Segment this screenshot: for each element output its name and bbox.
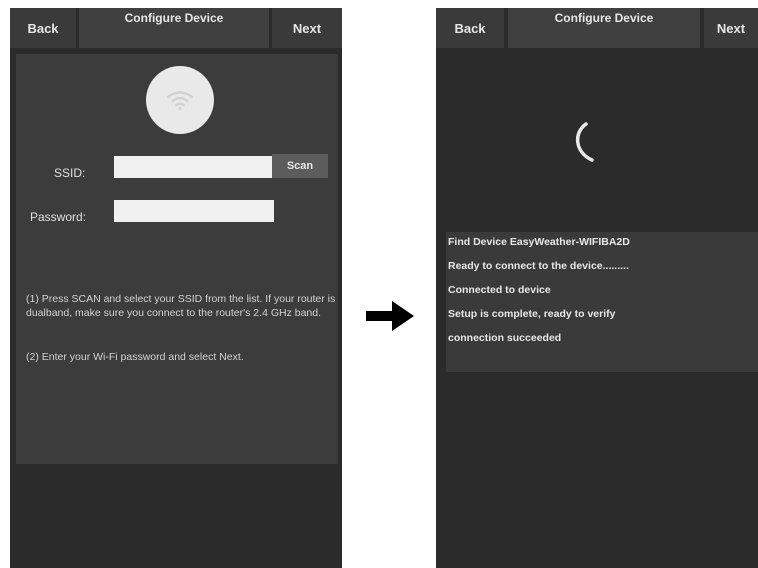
back-button[interactable]: Back: [10, 8, 76, 48]
instruction-step-2: (2) Enter your Wi-Fi password and select…: [26, 351, 244, 363]
log-line: Find Device EasyWeather-WIFIBA2D: [448, 236, 630, 248]
next-button[interactable]: Next: [272, 8, 342, 48]
configure-device-screen-right: Back Configure Device Next Find Device E…: [436, 8, 758, 568]
page-title: Configure Device: [508, 8, 700, 48]
log-line: Setup is complete, ready to verify: [448, 308, 616, 320]
wifi-icon: [146, 66, 214, 134]
connection-log: Find Device EasyWeather-WIFIBA2D Ready t…: [446, 232, 758, 372]
instruction-step-1: (1) Press SCAN and select your SSID from…: [26, 293, 336, 319]
page-title: Configure Device: [79, 8, 269, 48]
log-line: connection succeeded: [448, 332, 562, 344]
configure-device-screen-left: Back Configure Device Next SSID: Scan Pa…: [10, 8, 342, 568]
arrow-right-icon: [364, 298, 416, 339]
log-line: Ready to connect to the device.........: [448, 260, 629, 272]
password-input[interactable]: [114, 200, 274, 222]
back-button[interactable]: Back: [436, 8, 504, 48]
ssid-label: SSID:: [54, 166, 86, 180]
wifi-setup-card: SSID: Scan Password: (1) Press SCAN and …: [16, 54, 338, 464]
loading-spinner-icon: [566, 118, 606, 173]
log-line: Connected to device: [448, 284, 551, 296]
password-label: Password:: [30, 210, 87, 224]
header-bar: Back Configure Device Next: [10, 8, 342, 48]
header-bar: Back Configure Device Next: [436, 8, 758, 48]
scan-button[interactable]: Scan: [272, 154, 328, 178]
ssid-input[interactable]: [114, 156, 274, 178]
next-button[interactable]: Next: [704, 8, 758, 48]
